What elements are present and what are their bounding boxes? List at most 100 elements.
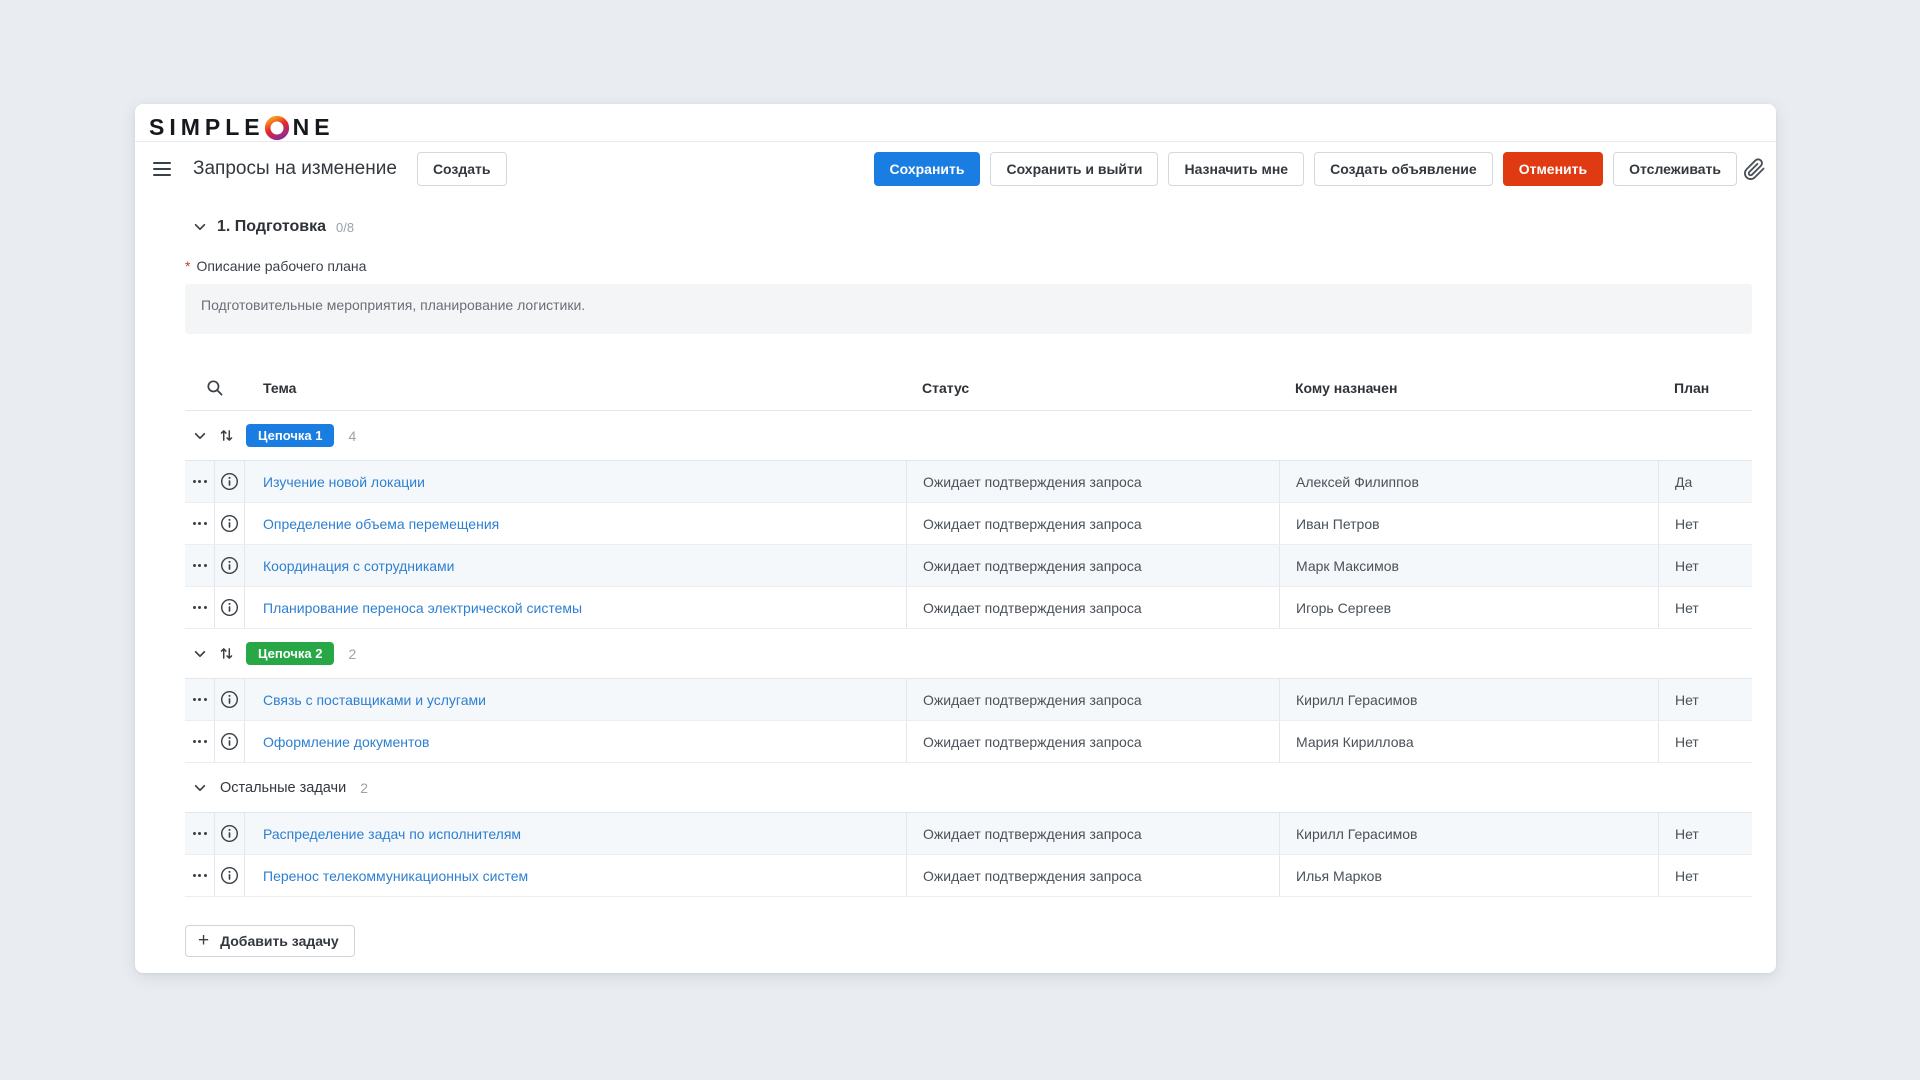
plan-cell: Нет [1658,587,1752,628]
form-content: 1. Подготовка 0/8 * Описание рабочего пл… [135,196,1776,957]
column-header-assignee: Кому назначен [1279,380,1658,396]
chevron-down-icon[interactable] [193,781,207,795]
group-header-row-1: Цепочка 22 [185,629,1752,679]
action-button-1[interactable]: Сохранить и выйти [990,152,1158,186]
assignee-cell: Алексей Филиппов [1279,461,1658,502]
action-button-5[interactable]: Отслеживать [1613,152,1737,186]
section-title: 1. Подготовка [217,218,326,236]
logo-bar: SIMPLE NE [135,104,1776,142]
status-cell: Ожидает подтверждения запроса [906,679,1279,720]
topic-cell: Планирование переноса электрической сист… [245,587,907,628]
description-textarea[interactable]: Подготовительные мероприятия, планирован… [185,284,1752,334]
task-link[interactable]: Связь с поставщиками и услугами [263,692,486,708]
row-menu-ellipsis-icon[interactable] [185,721,215,762]
info-icon[interactable] [215,721,245,762]
column-header-plan: План [1658,380,1752,396]
plan-cell: Да [1658,461,1752,502]
section-counter: 0/8 [336,220,354,235]
assignee-cell: Иван Петров [1279,503,1658,544]
info-icon[interactable] [215,855,245,896]
search-icon[interactable] [185,379,245,397]
chevron-down-icon[interactable] [193,220,207,234]
assignee-cell: Игорь Сергеев [1279,587,1658,628]
add-task-label: Добавить задачу [220,933,339,949]
table-row: Связь с поставщиками и услугами Ожидает п… [185,679,1752,721]
main-window-card: SIMPLE NE Запросы на изменение Создать С… [135,104,1776,973]
create-button[interactable]: Создать [417,152,507,186]
table-row: Распределение задач по исполнителямОжида… [185,813,1752,855]
row-menu-ellipsis-icon[interactable] [185,813,215,854]
row-menu-ellipsis-icon[interactable] [185,503,215,544]
status-cell: Ожидает подтверждения запроса [906,503,1279,544]
simpleone-logo: SIMPLE NE [149,115,335,141]
table-row: Координация с сотрудниками Ожидает подтве… [185,545,1752,587]
row-menu-ellipsis-icon[interactable] [185,461,215,502]
info-icon[interactable] [215,545,245,586]
info-icon[interactable] [215,461,245,502]
table-row: Определение объема перемещения Ожидает по… [185,503,1752,545]
table-row: Планирование переноса электрической сист… [185,587,1752,629]
status-cell: Ожидает подтверждения запроса [906,855,1279,896]
paperclip-icon[interactable] [1743,158,1766,181]
logo-ring-icon [264,115,290,141]
table-row: Оформление документов Ожидает подтвержден… [185,721,1752,763]
row-menu-ellipsis-icon[interactable] [185,587,215,628]
row-menu-ellipsis-icon[interactable] [185,679,215,720]
reorder-arrows-icon[interactable] [220,428,233,443]
table-body: Цепочка 1 4 Изучение новой локации Ожидает … [185,411,1752,897]
table-header-row: Тема Статус Кому назначен План [185,365,1752,411]
group-count: 4 [348,428,356,444]
task-link[interactable]: Оформление документов [263,734,430,750]
task-link[interactable]: Перенос телекоммуникационных систем [263,868,528,884]
action-button-3[interactable]: Создать объявление [1314,152,1493,186]
row-menu-ellipsis-icon[interactable] [185,855,215,896]
group-count: 2 [360,780,368,796]
plan-cell: Нет [1658,855,1752,896]
info-icon[interactable] [215,813,245,854]
plan-cell: Нет [1658,721,1752,762]
assignee-cell: Кирилл Герасимов [1279,679,1658,720]
status-cell: Ожидает подтверждения запроса [906,721,1279,762]
assignee-cell: Марк Максимов [1279,545,1658,586]
task-link[interactable]: Распределение задач по исполнителям [263,826,521,842]
action-button-0[interactable]: Сохранить [874,152,981,186]
page-title: Запросы на изменение [193,158,397,180]
row-menu-ellipsis-icon[interactable] [185,545,215,586]
topic-cell: Связь с поставщиками и услугами [245,679,907,720]
assignee-cell: Кирилл Герасимов [1279,813,1658,854]
group-badge: Цепочка 1 [246,424,334,447]
chevron-down-icon[interactable] [193,429,207,443]
info-icon[interactable] [215,503,245,544]
status-cell: Ожидает подтверждения запроса [906,545,1279,586]
add-task-button[interactable]: + Добавить задачу [185,925,355,957]
task-link[interactable]: Определение объема перемещения [263,516,499,532]
group-header-row-2: Остальные задачи 2 [185,763,1752,813]
column-header-status: Статус [906,380,1279,396]
status-cell: Ожидает подтверждения запроса [906,587,1279,628]
assignee-cell: Мария Кириллова [1279,721,1658,762]
topic-cell: Изучение новой локации [245,461,907,502]
plan-cell: Нет [1658,545,1752,586]
group-badge: Цепочка 2 [246,642,334,665]
action-button-2[interactable]: Назначить мне [1168,152,1304,186]
task-link[interactable]: Планирование переноса электрической сист… [263,600,582,616]
field-label-text: Описание рабочего плана [196,258,366,274]
table-row: Перенос телекоммуникационных систем Ожида… [185,855,1752,897]
reorder-arrows-icon[interactable] [220,646,233,661]
column-header-topic: Тема [245,380,906,396]
task-link[interactable]: Координация с сотрудниками [263,558,455,574]
assignee-cell: Илья Марков [1279,855,1658,896]
action-button-4[interactable]: Отменить [1503,152,1603,186]
topic-cell: Оформление документов [245,721,907,762]
task-link[interactable]: Изучение новой локации [263,474,425,490]
plan-cell: Нет [1658,503,1752,544]
hamburger-icon[interactable] [151,160,173,178]
info-icon[interactable] [215,679,245,720]
plan-cell: Нет [1658,679,1752,720]
chevron-down-icon[interactable] [193,647,207,661]
group-label: Остальные задачи [220,780,346,796]
section-header: 1. Подготовка 0/8 [185,216,1752,238]
info-icon[interactable] [215,587,245,628]
topic-cell: Распределение задач по исполнителям [245,813,907,854]
status-cell: Ожидает подтверждения запроса [906,461,1279,502]
